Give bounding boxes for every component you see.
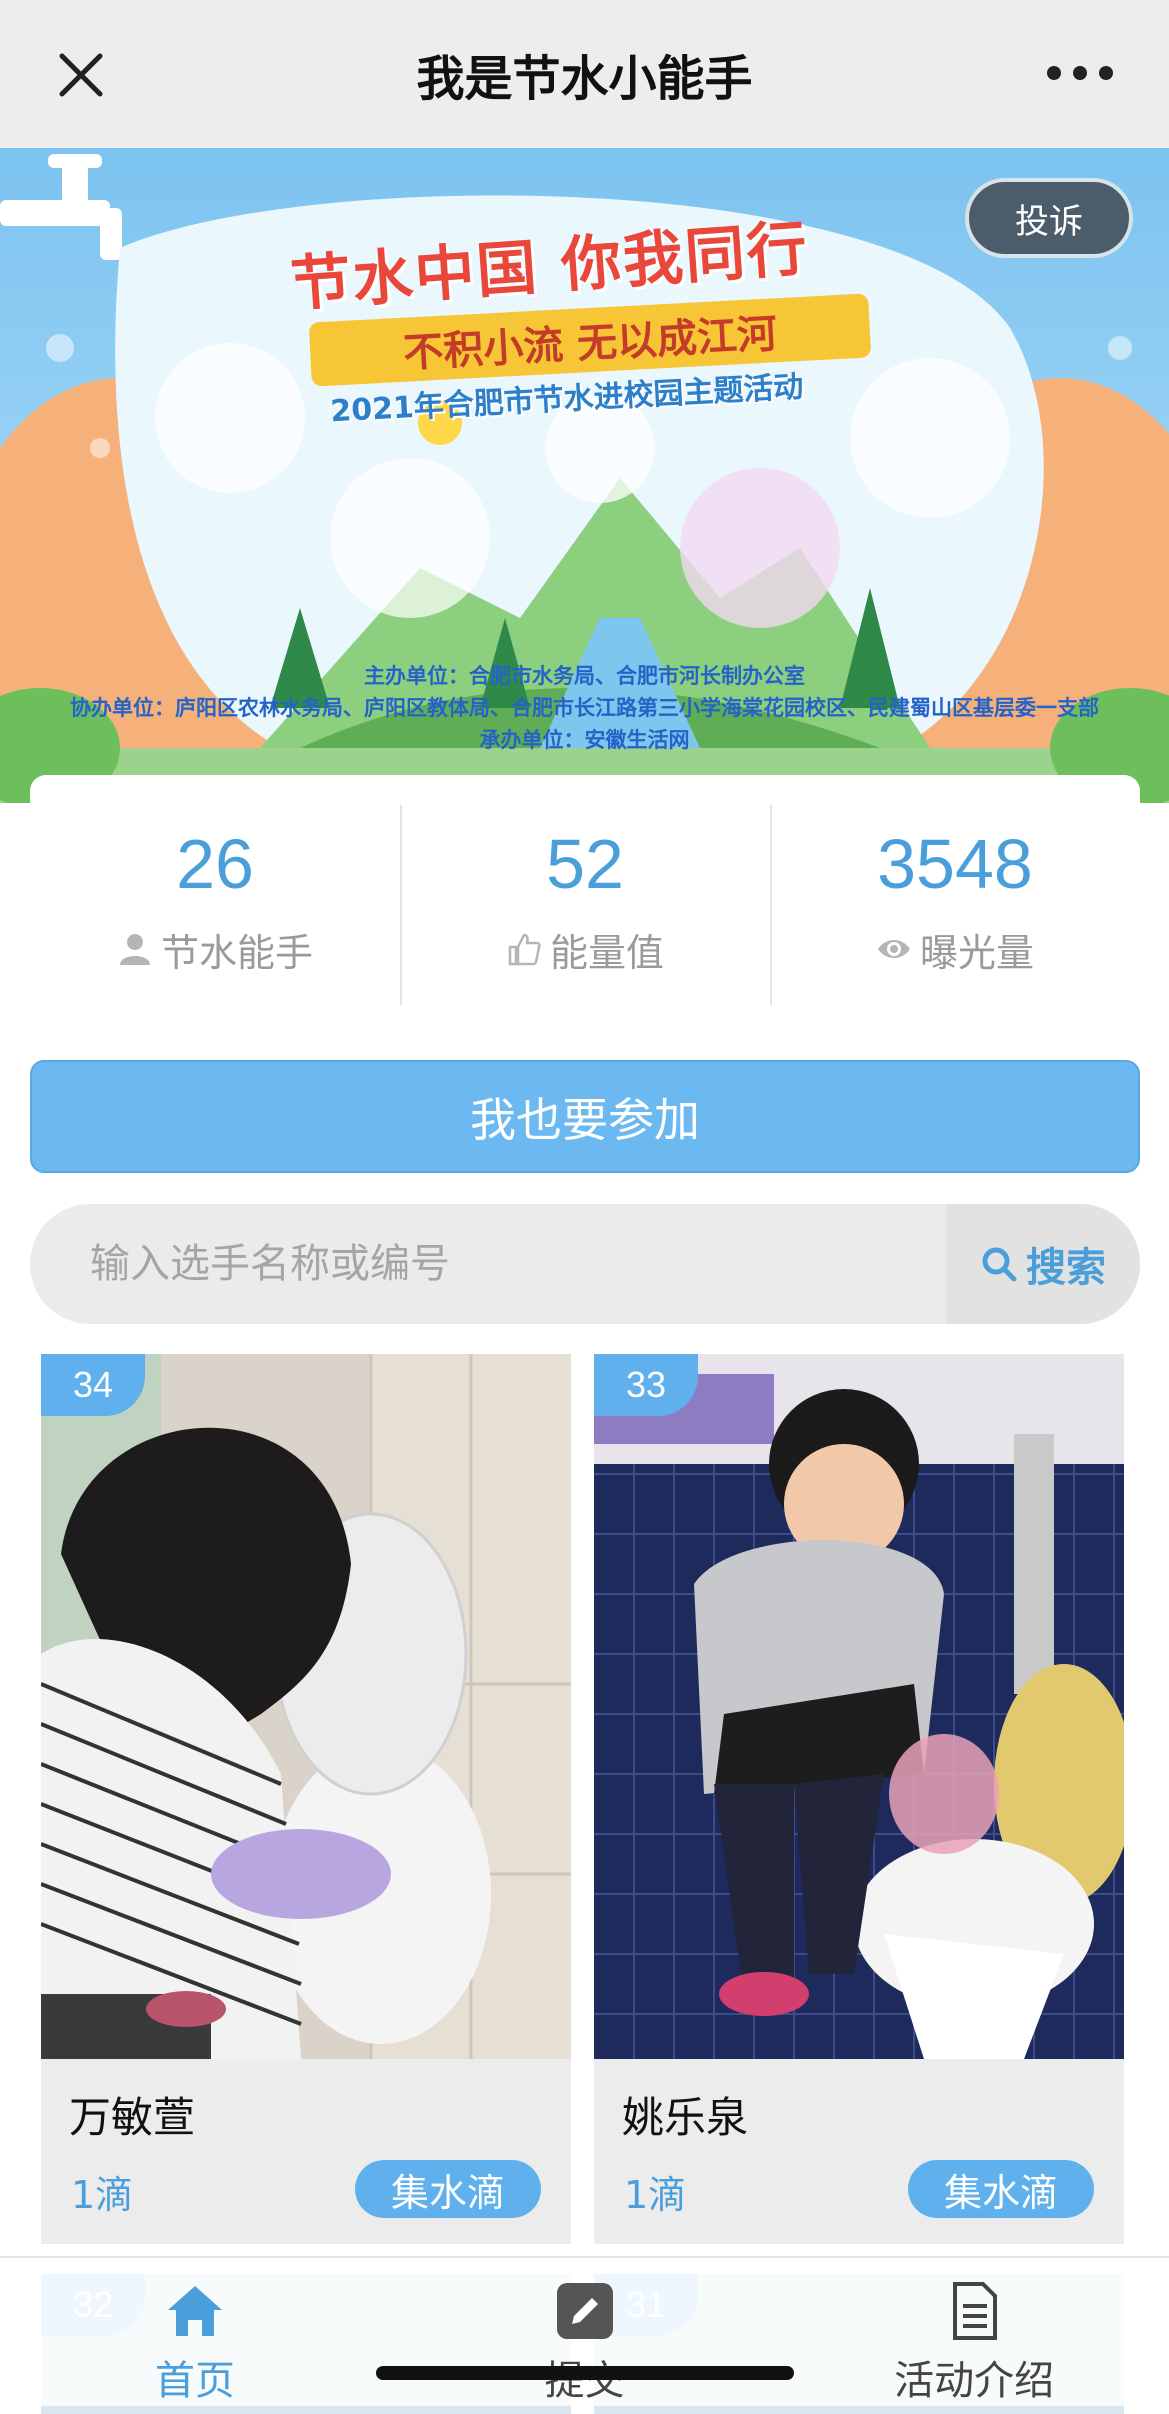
contestant-name: 姚乐泉 <box>622 2093 749 2142</box>
nav-bar: 我是节水小能手 <box>0 0 1169 148</box>
contestant-name: 万敏萱 <box>69 2093 196 2142</box>
page-title: 我是节水小能手 <box>416 51 753 107</box>
contestant-photo[interactable] <box>594 1354 1124 2059</box>
stat-value: 52 <box>546 824 624 903</box>
drop-count: 1滴 <box>624 2173 687 2217</box>
tab-submit[interactable]: 提交 <box>390 2258 780 2406</box>
stat-views: 3548 曝光量 <box>770 775 1140 1005</box>
stat-value: 26 <box>176 824 254 903</box>
search-button-label: 搜索 <box>1026 1245 1106 1291</box>
stat-participants: 26 节水能手 <box>30 775 400 1005</box>
banner-host: 主办单位：合肥市水务局、合肥市河长制办公室 <box>364 664 805 688</box>
close-icon[interactable] <box>56 50 106 100</box>
banner-organizer: 承办单位：安徽生活网 <box>479 728 690 752</box>
contestant-photo[interactable] <box>41 1354 571 2059</box>
search-button[interactable]: 搜索 <box>946 1204 1140 1324</box>
eye-icon <box>877 940 910 958</box>
edit-icon <box>556 2283 613 2339</box>
home-indicator <box>376 2366 794 2380</box>
stat-label: 节水能手 <box>160 930 313 975</box>
drop-count: 1滴 <box>71 2173 134 2217</box>
collect-drop-button[interactable]: 集水滴 <box>355 2160 541 2218</box>
tab-label: 活动介绍 <box>894 2358 1055 2404</box>
bottom-tab-bar: 首页 提交 活动介绍 <box>0 2256 1169 2406</box>
tab-label: 首页 <box>154 2358 235 2404</box>
tab-home[interactable]: 首页 <box>0 2258 390 2406</box>
stat-label: 曝光量 <box>919 930 1034 975</box>
tab-activity-intro[interactable]: 活动介绍 <box>779 2258 1169 2406</box>
search-input[interactable] <box>30 1204 946 1324</box>
stat-energy: 52 能量值 <box>400 775 770 1005</box>
document-icon <box>953 2282 998 2340</box>
contestant-number: 34 <box>41 1354 145 1416</box>
contestant-card[interactable]: 33 姚乐泉 1滴 集水滴 <box>594 1354 1124 2244</box>
complain-button[interactable]: 投诉 <box>965 178 1133 258</box>
search-bar: 搜索 <box>30 1204 1140 1324</box>
banner-co-host: 协办单位：庐阳区农林水务局、庐阳区教体局、合肥市长江路第三小学海棠花园校区、民建… <box>70 696 1099 720</box>
collect-drop-button[interactable]: 集水滴 <box>908 2160 1094 2218</box>
search-icon <box>982 1247 1017 1282</box>
more-icon[interactable] <box>1047 66 1113 80</box>
contestant-card[interactable]: 34 万敏萱 1滴 集水滴 <box>41 1354 571 2244</box>
home-icon <box>167 2286 222 2336</box>
join-button[interactable]: 我也要参加 <box>30 1060 1140 1173</box>
stat-value: 3548 <box>877 824 1033 903</box>
user-icon <box>119 934 150 965</box>
stats-panel: 26 节水能手 52 能量值 3548 曝光量 <box>30 775 1140 1005</box>
event-banner: 节水中国 你我同行 不积小流 无以成江河 2021年合肥市节水进校园主题活动 主… <box>0 148 1169 803</box>
contestant-number: 33 <box>594 1354 698 1416</box>
thumbs-up-icon <box>508 933 541 966</box>
stat-label: 能量值 <box>549 930 664 975</box>
